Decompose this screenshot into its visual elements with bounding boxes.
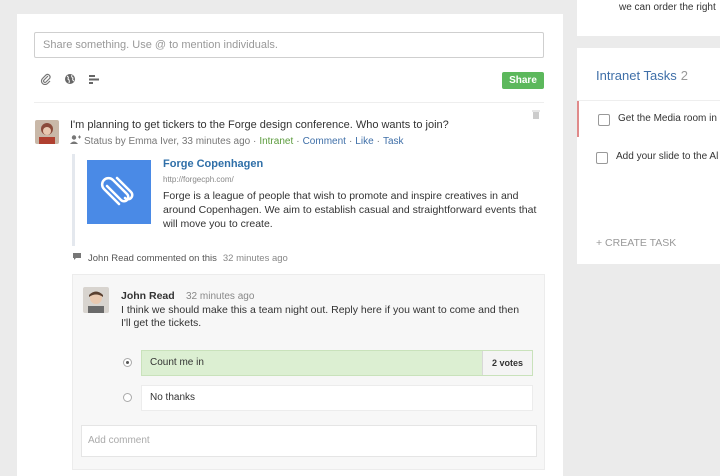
preview-thumbnail[interactable] [87, 160, 151, 224]
poll-radio[interactable] [123, 358, 132, 367]
avatar[interactable] [83, 287, 109, 313]
task-checkbox[interactable] [596, 152, 608, 164]
poll-option-row[interactable]: Count me in 2 votes [123, 350, 533, 376]
paperclip-icon[interactable] [39, 72, 53, 86]
poll-option-row[interactable]: No thanks [123, 385, 533, 411]
divider [34, 102, 544, 103]
comment-link[interactable]: Comment [303, 136, 346, 147]
poll-option[interactable]: Count me in 2 votes [141, 350, 533, 376]
speech-bubble-icon [72, 252, 82, 264]
post-meta-prefix: Status by Emma Iver, 33 minutes ago · [84, 135, 257, 147]
poll-radio[interactable] [123, 393, 132, 402]
tasks-title-text: Intranet Tasks [596, 68, 677, 83]
comment-activity: John Read commented on this 32 minutes a… [72, 252, 288, 264]
share-toolbar [39, 72, 101, 86]
poll-option-label: Count me in [150, 357, 204, 368]
poll-option-label: No thanks [150, 392, 196, 403]
task-checkbox[interactable] [598, 114, 610, 126]
feed-card: Share something. Use @ to mention indivi… [17, 14, 563, 476]
add-user-icon [70, 135, 81, 147]
create-task-button[interactable]: + CREATE TASK [596, 237, 676, 249]
task-label[interactable]: Get the Media room in [618, 113, 717, 124]
poll-option[interactable]: No thanks [141, 385, 533, 411]
share-button[interactable]: Share [502, 72, 544, 89]
avatar[interactable] [35, 120, 59, 144]
add-comment-input[interactable]: Add comment [81, 425, 537, 457]
tasks-widget: Intranet Tasks 2 Get the Media room in Ad… [577, 48, 720, 264]
activity-text: we can order the right [619, 2, 716, 13]
comment-body: I think we should make this a team night… [121, 304, 520, 329]
comment-activity-text: John Read commented on this [88, 252, 217, 264]
preview-url: http://forgecph.com/ [163, 175, 234, 184]
trash-icon[interactable] [532, 110, 540, 122]
vote-count: 2 votes [481, 351, 532, 375]
commenter-name[interactable]: John Read [121, 290, 175, 302]
group-link[interactable]: Intranet [259, 136, 293, 147]
task-item[interactable]: Get the Media room in [577, 101, 720, 137]
preview-description: Forge is a league of people that wish to… [163, 190, 537, 230]
comment-time: 32 minutes ago [186, 291, 255, 302]
globe-icon[interactable] [63, 72, 77, 86]
task-link[interactable]: Task [383, 136, 404, 147]
share-input[interactable]: Share something. Use @ to mention indivi… [34, 32, 544, 58]
link-preview[interactable]: Forge Copenhagen http://forgecph.com/ Fo… [72, 154, 548, 246]
poll-icon[interactable] [87, 72, 101, 86]
post-text: I'm planning to get tickers to the Forge… [70, 119, 449, 131]
activity-card: we can order the right [577, 0, 720, 36]
post-meta: Status by Emma Iver, 33 minutes ago · In… [70, 135, 404, 147]
comment-thread: John Read 32 minutes ago I think we shou… [72, 274, 545, 470]
preview-title[interactable]: Forge Copenhagen [163, 158, 263, 170]
task-label[interactable]: Add your slide to the Al [616, 151, 718, 162]
meta-separator: · [348, 135, 353, 147]
comment-activity-time: 32 minutes ago [222, 252, 288, 264]
tasks-count: 2 [680, 68, 688, 83]
like-link[interactable]: Like [355, 136, 373, 147]
task-item[interactable]: Add your slide to the Al [577, 139, 720, 175]
meta-separator: · [376, 135, 380, 147]
meta-separator: · [296, 135, 300, 147]
tasks-title[interactable]: Intranet Tasks 2 [596, 68, 688, 83]
